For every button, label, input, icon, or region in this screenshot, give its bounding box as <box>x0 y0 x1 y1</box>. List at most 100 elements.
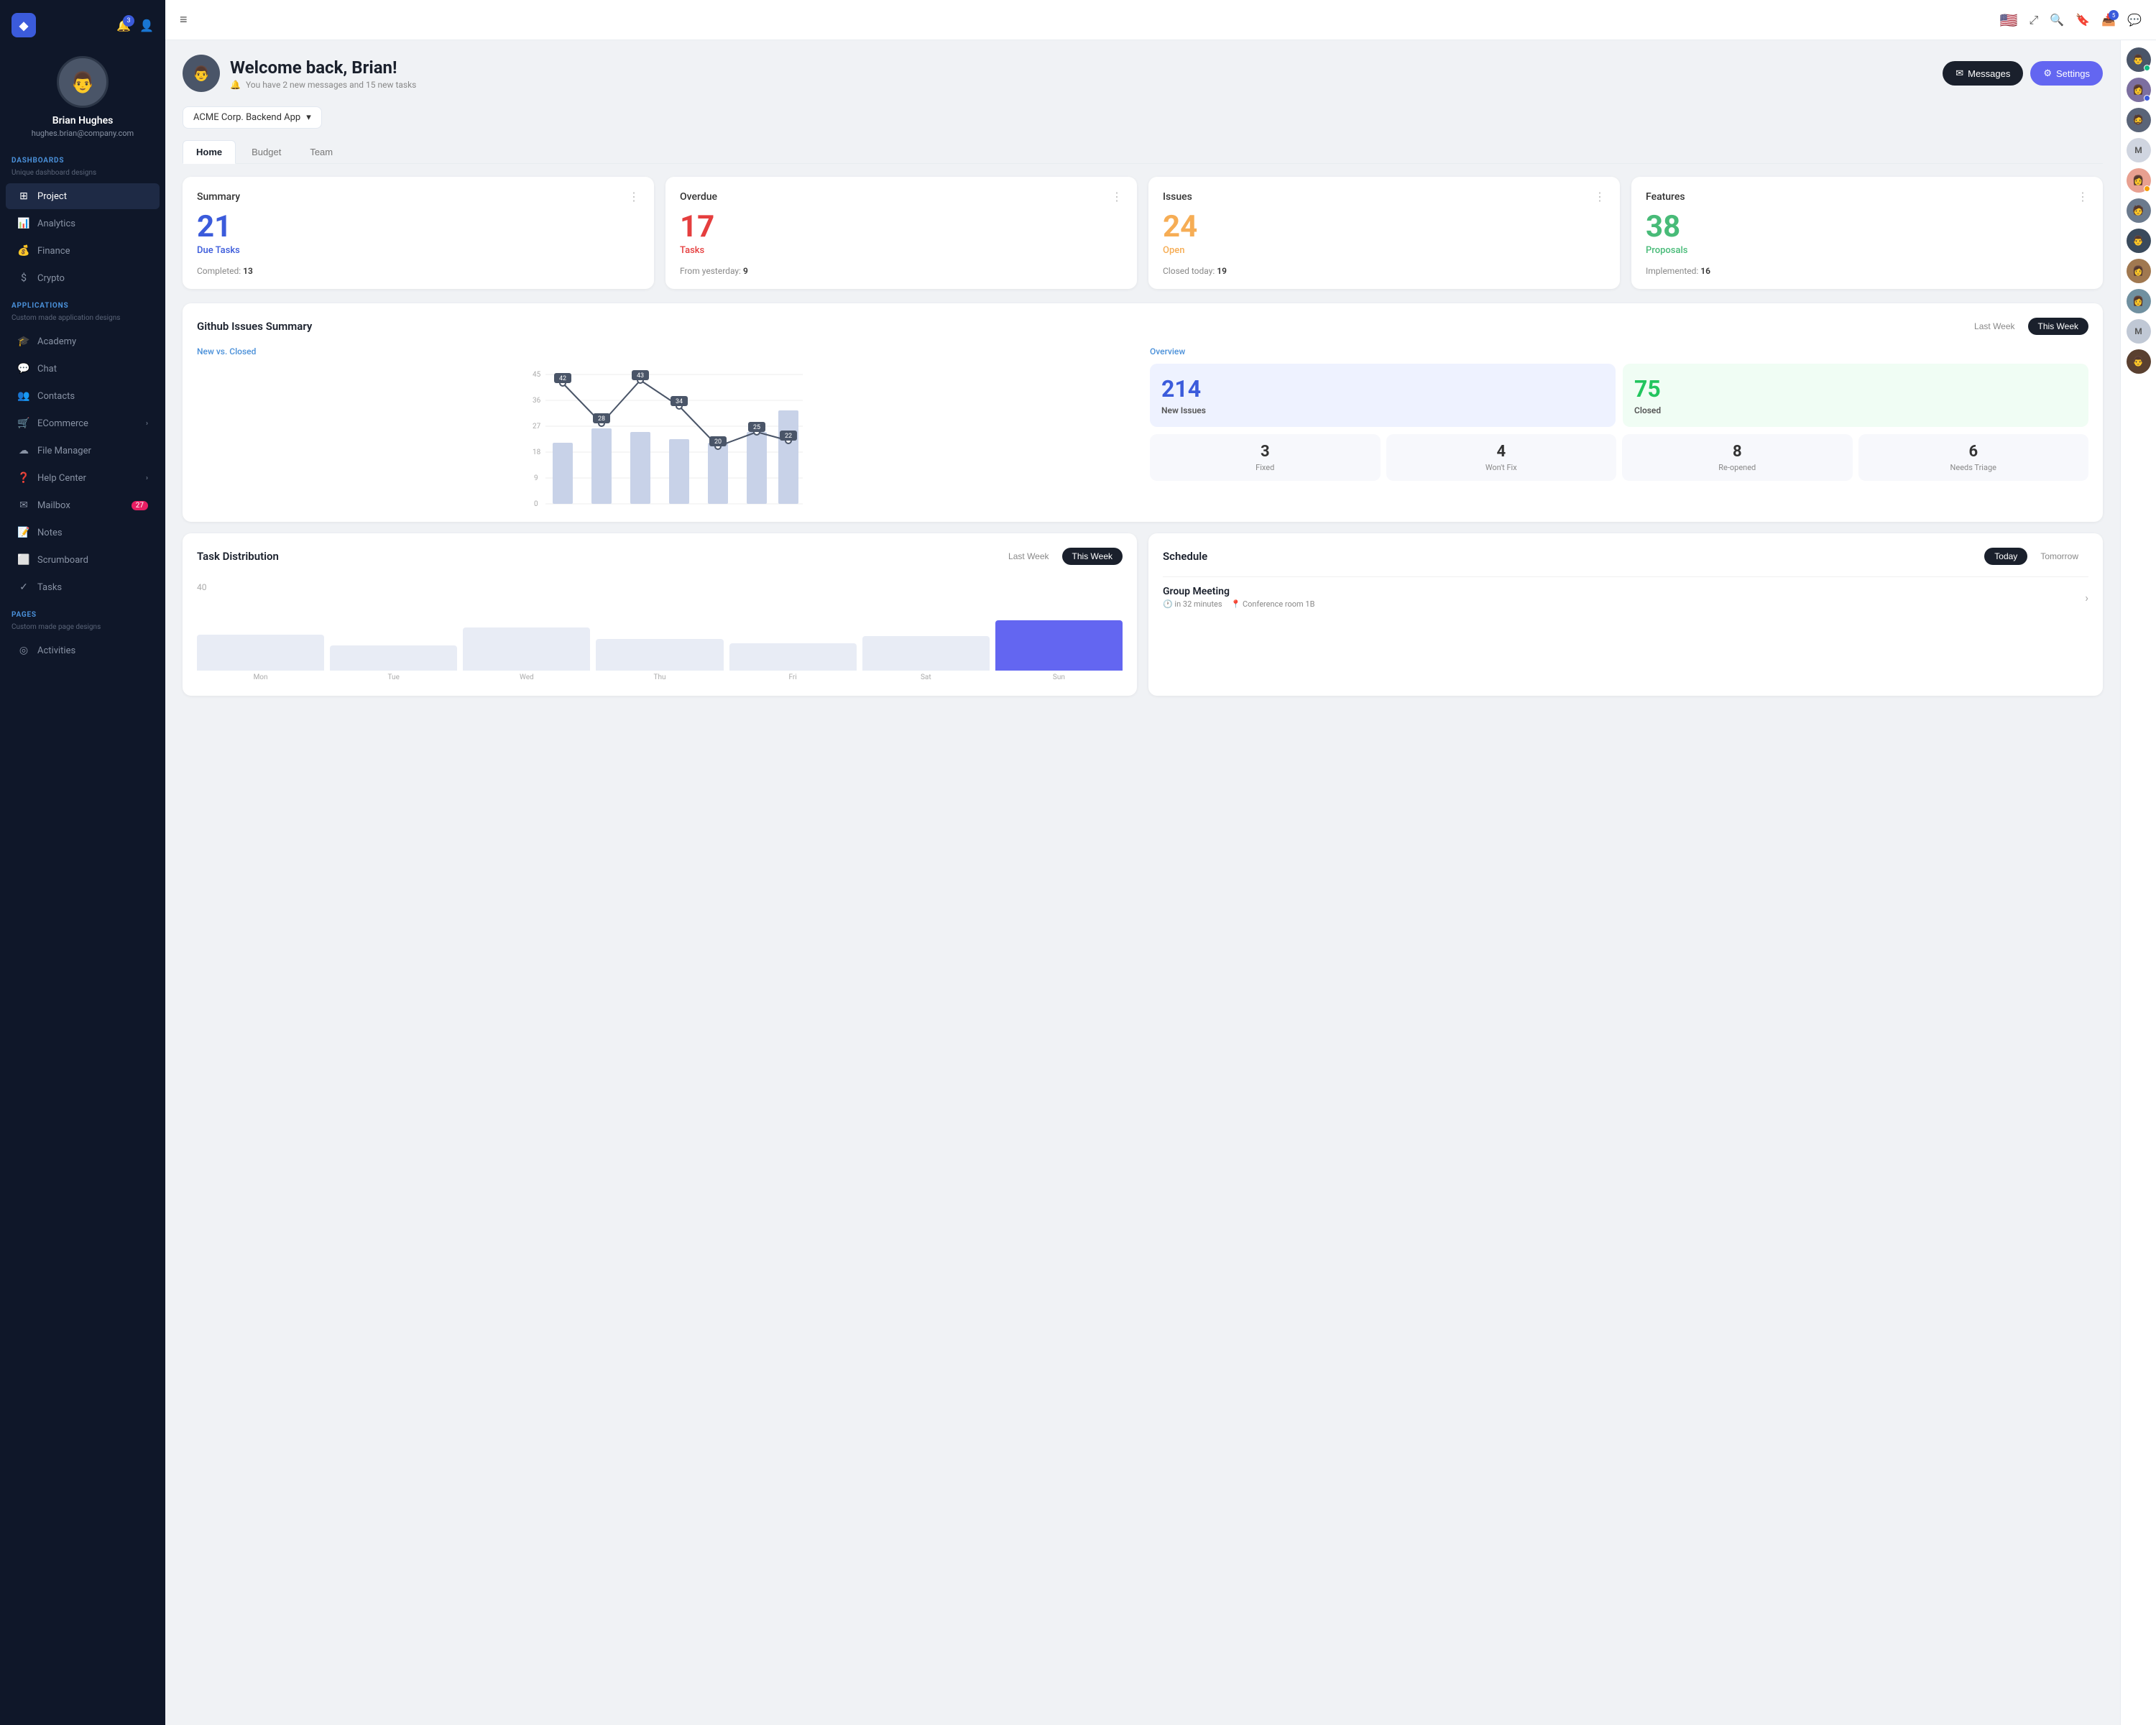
triage-label: Needs Triage <box>1864 463 2083 472</box>
bar-fri-bar <box>729 643 857 671</box>
sidebar-item-analytics[interactable]: 📊 Analytics <box>6 211 160 236</box>
tab-home[interactable]: Home <box>183 140 236 164</box>
schedule-title: Schedule <box>1163 550 1207 563</box>
svg-text:36: 36 <box>533 397 541 405</box>
stat-card-features: Features ⋮ 38 Proposals Implemented: 16 <box>1631 177 2103 289</box>
right-avatar-9[interactable]: 👩 <box>2127 289 2151 313</box>
schedule-item-arrow-icon[interactable]: › <box>2085 591 2088 604</box>
app-logo[interactable]: ◆ <box>11 13 36 37</box>
sidebar-header-icons: 🔔 3 👤 <box>116 19 154 32</box>
flag-icon[interactable]: 🇺🇸 <box>2000 12 2018 29</box>
right-avatar-7[interactable]: 👨 <box>2127 229 2151 253</box>
right-avatar-2[interactable]: 👩 <box>2127 78 2151 102</box>
messages-button[interactable]: ✉ Messages <box>1943 61 2023 86</box>
sidebar-item-finance[interactable]: 💰 Finance <box>6 238 160 264</box>
right-avatar-1[interactable]: 👨 <box>2127 47 2151 72</box>
sidebar-item-scrumboard[interactable]: ⬜ Scrumboard <box>6 547 160 573</box>
project-icon: ⊞ <box>17 190 30 203</box>
github-toggle-last-week[interactable]: Last Week <box>1964 318 2024 335</box>
chat-topbar-icon[interactable]: 💬 <box>2127 13 2142 27</box>
features-footer: Implemented: 16 <box>1646 266 2088 276</box>
academy-icon: 🎓 <box>17 335 30 348</box>
sidebar-item-filemanager[interactable]: ☁ File Manager <box>6 438 160 464</box>
summary-menu-icon[interactable]: ⋮ <box>628 190 640 203</box>
sidebar-item-contacts[interactable]: 👥 Contacts <box>6 383 160 409</box>
sidebar-item-helpcenter[interactable]: ❓ Help Center › <box>6 465 160 491</box>
issues-menu-icon[interactable]: ⋮ <box>1594 190 1606 203</box>
right-avatar-11[interactable]: 👨 <box>2127 349 2151 374</box>
github-toggle-this-week[interactable]: This Week <box>2028 318 2088 335</box>
right-avatar-5[interactable]: 👩 <box>2127 168 2151 193</box>
settings-button[interactable]: ⚙ Settings <box>2030 61 2103 86</box>
menu-icon[interactable]: ≡ <box>180 12 188 27</box>
tab-budget[interactable]: Budget <box>239 140 294 163</box>
sidebar-item-chat[interactable]: 💬 Chat <box>6 356 160 382</box>
sidebar-item-activities[interactable]: ◎ Activities <box>6 638 160 663</box>
schedule-toggle: Today Tomorrow <box>1984 548 2088 565</box>
inbox-icon[interactable]: 📥 5 <box>2101 13 2116 27</box>
triage-num: 6 <box>1864 443 2083 461</box>
sidebar-item-ecommerce[interactable]: 🛒 ECommerce › <box>6 410 160 436</box>
project-selector[interactable]: ACME Corp. Backend App ▾ <box>183 106 322 129</box>
right-avatar-3[interactable]: 🧔 <box>2127 108 2151 132</box>
sidebar-item-academy-label: Academy <box>37 336 76 347</box>
overdue-menu-icon[interactable]: ⋮ <box>1111 190 1123 203</box>
chevron-down-icon: ▾ <box>306 112 311 123</box>
sidebar-item-project[interactable]: ⊞ Project <box>6 183 160 209</box>
sidebar-item-ecommerce-label: ECommerce <box>37 418 88 429</box>
features-label: Proposals <box>1646 245 2088 256</box>
tabs: Home Budget Team <box>183 140 2103 164</box>
sidebar-item-notes-label: Notes <box>37 528 63 538</box>
schedule-tomorrow[interactable]: Tomorrow <box>2030 548 2088 565</box>
bar-mon-label: Mon <box>254 673 268 681</box>
fixed-num: 3 <box>1156 443 1375 461</box>
search-icon[interactable]: 🔍 <box>2050 13 2064 27</box>
group-meeting-time: 🕐 in 32 minutes <box>1163 599 1222 609</box>
notification-icon[interactable]: 🔔 3 <box>116 19 131 32</box>
sidebar-item-crypto[interactable]: $ Crypto <box>6 265 160 291</box>
welcome-bar: 👨 Welcome back, Brian! 🔔 You have 2 new … <box>183 55 2103 92</box>
features-menu-icon[interactable]: ⋮ <box>2077 190 2088 203</box>
group-meeting-location: 📍 Conference room 1B <box>1231 599 1315 609</box>
tab-team[interactable]: Team <box>297 140 346 163</box>
sidebar-item-chat-label: Chat <box>37 364 57 374</box>
sidebar-item-notes[interactable]: 📝 Notes <box>6 520 160 546</box>
mini-card-fixed: 3 Fixed <box>1150 434 1381 481</box>
task-dist-this-week[interactable]: This Week <box>1062 548 1123 565</box>
overdue-number: 17 <box>680 212 1123 242</box>
right-avatar-10[interactable]: M <box>2127 319 2151 344</box>
sidebar-item-tasks[interactable]: ✓ Tasks <box>6 574 160 600</box>
group-meeting-title: Group Meeting <box>1163 586 1314 597</box>
schedule-today[interactable]: Today <box>1984 548 2027 565</box>
profile-avatar: 👨 <box>57 56 109 108</box>
sidebar-item-academy[interactable]: 🎓 Academy <box>6 328 160 354</box>
bar-chart: Mon Tue Wed <box>197 595 1123 681</box>
chart-wrap: 0 9 18 27 36 45 <box>197 364 1135 507</box>
reopened-num: 8 <box>1628 443 1847 461</box>
bar-sun: Sun <box>995 620 1123 681</box>
right-avatar-6[interactable]: 🧑 <box>2127 198 2151 223</box>
section-dashboards-label: DASHBOARDS <box>0 147 165 169</box>
closed-number: 75 <box>1634 375 2077 402</box>
right-avatar-8[interactable]: 👩 <box>2127 259 2151 283</box>
chart-y-label: 40 <box>197 582 1123 592</box>
bar-mon: Mon <box>197 635 324 681</box>
welcome-text: Welcome back, Brian! 🔔 You have 2 new me… <box>230 58 419 90</box>
analytics-icon: 📊 <box>17 217 30 230</box>
svg-text:34: 34 <box>676 398 683 405</box>
bookmark-icon[interactable]: 🔖 <box>2076 13 2090 27</box>
user-icon[interactable]: 👤 <box>139 19 154 32</box>
right-avatar-4[interactable]: M <box>2127 138 2151 162</box>
summary-label: Due Tasks <box>197 245 640 256</box>
bell-icon: 🔔 <box>230 80 241 90</box>
sidebar-item-tasks-label: Tasks <box>37 582 62 593</box>
sidebar-item-mailbox[interactable]: ✉ Mailbox 27 <box>6 492 160 518</box>
crypto-icon: $ <box>17 272 30 285</box>
task-dist-last-week[interactable]: Last Week <box>998 548 1059 565</box>
stat-cards: Summary ⋮ 21 Due Tasks Completed: 13 Ove… <box>183 177 2103 289</box>
svg-text:45: 45 <box>533 371 541 379</box>
bar-thu: Thu <box>596 639 723 681</box>
expand-icon[interactable]: ⤢ <box>2030 13 2039 27</box>
sidebar-item-mailbox-label: Mailbox <box>37 500 70 511</box>
group-meeting-info: Group Meeting 🕐 in 32 minutes 📍 Conferen… <box>1163 586 1314 609</box>
